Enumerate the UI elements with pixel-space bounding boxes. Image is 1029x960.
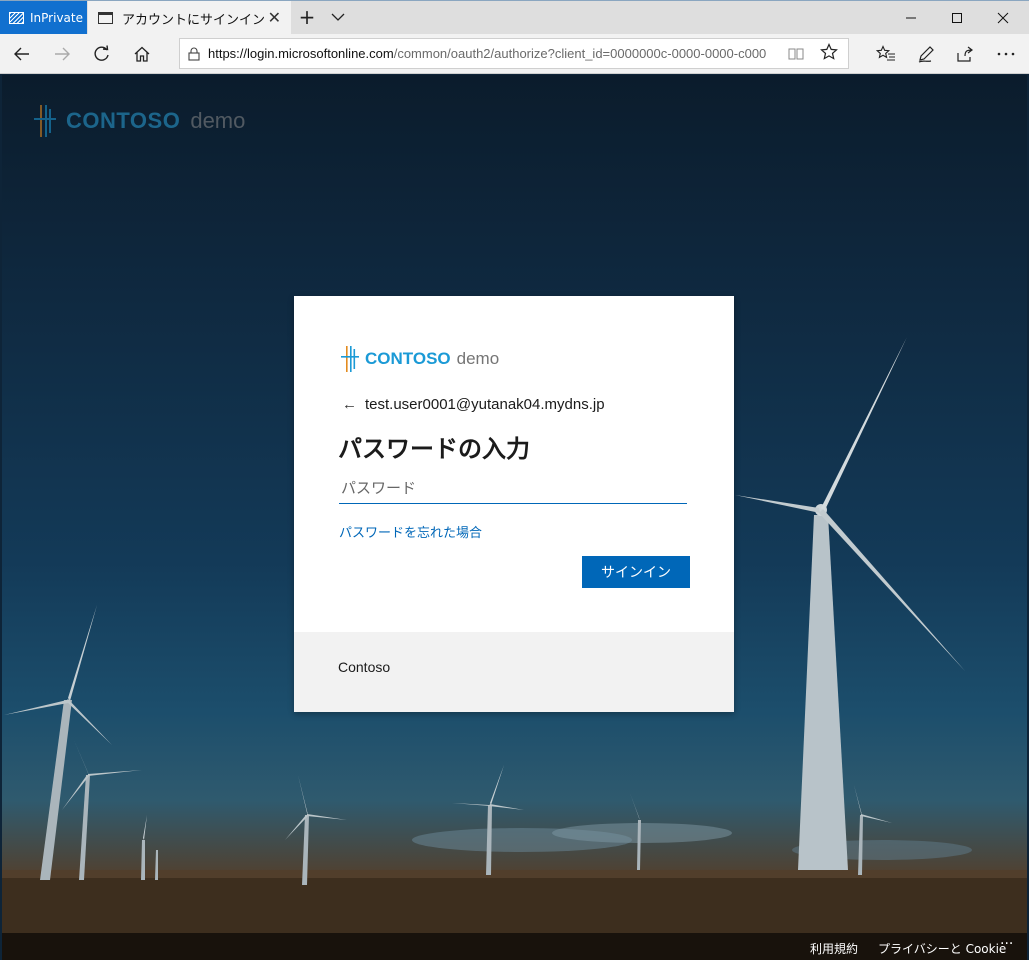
- reading-view-icon[interactable]: [788, 46, 804, 65]
- favorites-list-icon: [876, 45, 895, 61]
- organization-footer: Contoso: [294, 632, 734, 712]
- ellipsis-icon: [997, 52, 1015, 56]
- page-footer: 利用規約 プライバシーと Cookie ···: [2, 933, 1027, 960]
- card-brand-name: CONTOSO: [365, 349, 451, 368]
- background-brand-sub: demo: [190, 108, 246, 133]
- background-brand-name: CONTOSO: [66, 108, 181, 133]
- inprivate-label: InPrivate: [30, 11, 83, 25]
- terms-link[interactable]: 利用規約: [810, 940, 858, 957]
- new-tab-button[interactable]: +: [296, 5, 318, 29]
- refresh-button[interactable]: [82, 34, 122, 74]
- share-button[interactable]: [945, 34, 985, 74]
- pen-icon: [918, 46, 934, 63]
- inprivate-indicator[interactable]: InPrivate: [0, 1, 87, 35]
- maximize-button[interactable]: [934, 1, 980, 35]
- browser-tab[interactable]: アカウントにサインイン ✕: [88, 1, 291, 35]
- share-icon: [957, 46, 973, 62]
- back-button[interactable]: [2, 34, 42, 74]
- address-bar[interactable]: https://login.microsoftonline.com/common…: [179, 38, 849, 69]
- sign-in-button[interactable]: サインイン: [582, 556, 690, 588]
- page-icon: [98, 12, 113, 24]
- navigation-bar: https://login.microsoftonline.com/common…: [0, 34, 1029, 74]
- page-content: CONTOSO demo CONTOSO demo ← test.user000…: [2, 75, 1027, 960]
- minimize-button[interactable]: [888, 1, 934, 35]
- page-title: パスワードの入力: [338, 435, 530, 463]
- tab-list-chevron-icon[interactable]: [330, 9, 346, 29]
- more-menu-button[interactable]: [986, 34, 1026, 74]
- account-email: test.user0001@yutanak04.mydns.jp: [365, 396, 605, 413]
- tab-close-icon[interactable]: ✕: [268, 8, 281, 27]
- favorite-star-icon[interactable]: [820, 43, 838, 66]
- close-window-button[interactable]: [980, 1, 1026, 35]
- back-arrow-icon: [14, 47, 29, 61]
- home-icon: [134, 46, 150, 62]
- notes-button[interactable]: [906, 34, 946, 74]
- password-field[interactable]: [339, 472, 687, 504]
- url-text[interactable]: https://login.microsoftonline.com/common…: [208, 46, 778, 61]
- forward-arrow-icon: [55, 47, 70, 61]
- forward-button[interactable]: [42, 34, 82, 74]
- url-rest: /common/oauth2/authorize?client_id=00000…: [393, 46, 767, 61]
- contoso-logo-icon: [341, 346, 359, 372]
- identity-banner[interactable]: ← test.user0001@yutanak04.mydns.jp: [342, 396, 605, 413]
- card-brand-sub: demo: [456, 349, 500, 368]
- organization-name: Contoso: [338, 659, 391, 675]
- background-logo: CONTOSO demo: [34, 105, 245, 137]
- url-host: https://login.microsoftonline.com: [208, 46, 394, 61]
- lock-icon[interactable]: [180, 47, 208, 61]
- title-bar: InPrivate アカウントにサインイン ✕ +: [0, 0, 1029, 35]
- refresh-icon: [94, 45, 109, 61]
- tab-title: アカウントにサインイン: [122, 12, 266, 28]
- sign-in-card: CONTOSO demo ← test.user0001@yutanak04.m…: [294, 296, 734, 712]
- favorites-hub-button[interactable]: [866, 34, 906, 74]
- inprivate-icon: [9, 12, 24, 24]
- card-logo: CONTOSO demo: [341, 346, 499, 372]
- forgot-password-link[interactable]: パスワードを忘れた場合: [339, 522, 482, 541]
- contoso-logo-icon: [34, 105, 56, 137]
- home-button[interactable]: [122, 34, 162, 74]
- privacy-cookie-link[interactable]: プライバシーと Cookie: [878, 940, 1006, 957]
- back-arrow-icon[interactable]: ←: [342, 396, 357, 413]
- footer-more-button[interactable]: ···: [1000, 936, 1013, 952]
